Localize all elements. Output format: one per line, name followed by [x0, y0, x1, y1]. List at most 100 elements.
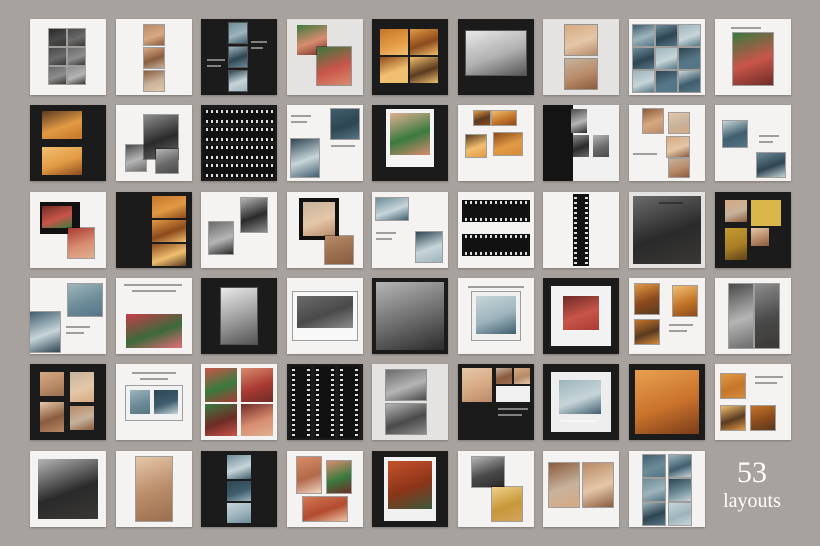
photo-placeholder	[227, 481, 251, 501]
layout-thumbnail	[372, 19, 448, 95]
layout-thumbnail	[116, 19, 192, 95]
photo-placeholder	[385, 369, 427, 401]
photo-placeholder	[559, 380, 601, 414]
text-line-placeholder	[731, 27, 761, 29]
film-strip-vertical	[339, 366, 359, 438]
photo-placeholder	[38, 459, 98, 519]
photo-placeholder	[750, 405, 776, 431]
film-strip-vertical	[315, 366, 335, 438]
film-strip	[203, 163, 275, 178]
photo-placeholder	[635, 370, 699, 434]
photo-placeholder	[228, 22, 248, 44]
layout-thumbnail	[201, 105, 277, 181]
text-line-placeholder	[755, 376, 783, 378]
photo-placeholder	[380, 29, 408, 55]
photo-placeholder	[67, 283, 103, 317]
layout-thumbnail	[629, 364, 705, 440]
photo-placeholder	[154, 390, 178, 414]
photo-placeholder	[514, 368, 530, 384]
text-line-placeholder	[669, 324, 693, 326]
photo-placeholder	[415, 231, 443, 263]
photo-placeholder	[220, 287, 258, 345]
photo-placeholder	[668, 454, 692, 478]
layout-thumbnail	[715, 364, 791, 440]
photo-placeholder	[543, 105, 573, 181]
layout-thumbnail	[287, 105, 363, 181]
layout-thumbnail	[715, 192, 791, 268]
photo-placeholder	[642, 478, 666, 502]
photo-placeholder	[751, 228, 769, 246]
photo-placeholder	[240, 197, 268, 233]
photo-placeholder	[70, 372, 94, 402]
photo-placeholder	[40, 372, 64, 396]
photo-placeholder	[126, 314, 182, 348]
film-strip	[203, 145, 275, 160]
photo-placeholder	[42, 147, 82, 175]
layout-thumbnail	[629, 192, 705, 268]
photo-placeholder	[380, 57, 408, 83]
photo-placeholder	[330, 108, 360, 140]
photo-placeholder	[410, 57, 438, 83]
photo-placeholder	[135, 456, 173, 522]
text-line-placeholder	[251, 41, 267, 43]
photo-placeholder	[672, 285, 698, 317]
photo-placeholder	[326, 460, 352, 494]
photo-placeholder	[465, 30, 527, 76]
photo-placeholder	[564, 24, 598, 56]
photo-placeholder	[67, 227, 95, 259]
photo-placeholder	[573, 135, 589, 157]
text-line-placeholder	[291, 121, 307, 123]
layout-thumbnail	[372, 105, 448, 181]
layout-thumbnail	[543, 105, 619, 181]
photo-placeholder	[316, 46, 352, 86]
layout-thumbnail	[715, 105, 791, 181]
photo-placeholder	[152, 244, 186, 266]
photo-placeholder	[634, 283, 660, 315]
photo-placeholder	[125, 144, 147, 172]
photo-placeholder	[642, 454, 666, 478]
photo-placeholder	[668, 502, 692, 526]
layout-thumbnail	[458, 451, 534, 527]
layout-count-caption: 53 layouts	[714, 458, 790, 513]
layout-thumbnail	[458, 105, 534, 181]
layout-thumbnail	[629, 278, 705, 354]
photo-placeholder	[756, 152, 786, 178]
layout-thumbnail	[116, 192, 192, 268]
photo-placeholder	[473, 110, 491, 126]
layout-thumbnail	[201, 451, 277, 527]
text-line-placeholder	[633, 153, 657, 155]
photo-placeholder	[205, 368, 237, 402]
text-line-placeholder	[561, 420, 597, 422]
layout-thumbnail	[30, 278, 106, 354]
photo-placeholder	[208, 221, 234, 255]
photo-placeholder	[205, 404, 237, 436]
text-line-placeholder	[132, 372, 176, 374]
photo-placeholder	[385, 403, 427, 435]
layout-thumbnail	[543, 451, 619, 527]
photo-placeholder	[227, 503, 251, 523]
text-line-placeholder	[132, 290, 176, 292]
film-strip	[462, 200, 530, 222]
photo-placeholder	[241, 404, 273, 436]
photo-placeholder	[48, 47, 67, 66]
text-line-placeholder	[759, 141, 773, 143]
layout-thumbnail	[629, 451, 705, 527]
text-line-placeholder	[498, 408, 528, 410]
layout-thumbnail	[116, 364, 192, 440]
text-line-placeholder	[376, 232, 396, 234]
photo-placeholder	[722, 120, 748, 148]
layout-thumbnail	[458, 19, 534, 95]
photo-placeholder	[562, 295, 600, 331]
photo-placeholder	[462, 368, 492, 402]
text-line-placeholder	[66, 332, 84, 334]
photo-placeholder	[725, 200, 747, 222]
photo-placeholder	[290, 138, 320, 178]
text-line-placeholder	[759, 135, 779, 137]
photo-placeholder	[471, 456, 505, 488]
photo-placeholder	[632, 24, 655, 47]
photo-placeholder	[491, 486, 523, 522]
text-line-placeholder	[207, 59, 225, 61]
film-strip-vertical	[291, 366, 311, 438]
text-line-placeholder	[468, 286, 524, 288]
text-line-placeholder	[140, 378, 168, 380]
